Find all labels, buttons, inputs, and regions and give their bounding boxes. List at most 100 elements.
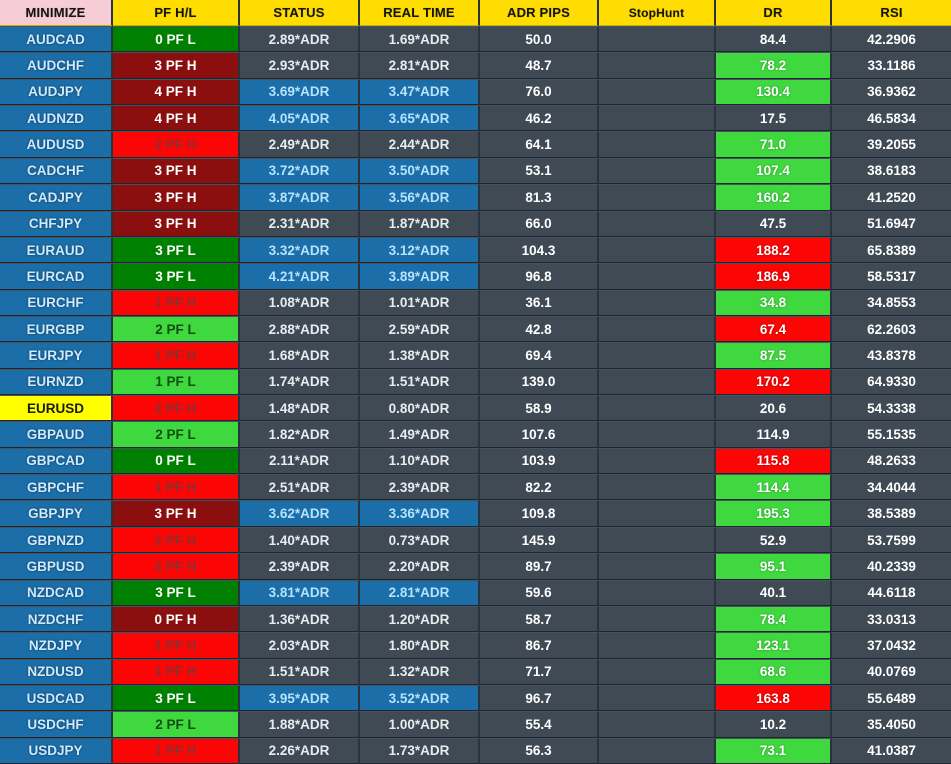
symbol-cell[interactable]: AUDCHF (0, 52, 113, 79)
adr-pips-cell: 107.6 (480, 421, 599, 448)
table-row[interactable]: AUDCAD 0 PF L 2.89*ADR 1.69*ADR 50.0 84.4 42.2… (0, 26, 951, 53)
symbol-cell[interactable]: USDJPY (0, 737, 113, 764)
pf-hl-cell[interactable]: 3 PF H (113, 52, 240, 79)
symbol-cell[interactable]: EURCAD (0, 263, 113, 290)
table-row[interactable]: GBPUSD 2 PF H 2.39*ADR 2.20*ADR 89.7 95.1 40.2… (0, 553, 951, 580)
table-row[interactable]: NZDCAD 3 PF L 3.81*ADR 2.81*ADR 59.6 40.1 44.6… (0, 579, 951, 606)
pf-hl-cell[interactable]: 1 PF H (113, 474, 240, 501)
pf-hl-cell[interactable]: 2 PF H (113, 131, 240, 158)
table-row[interactable]: AUDCHF 3 PF H 2.93*ADR 2.81*ADR 48.7 78.2 33.1… (0, 52, 951, 79)
pf-hl-cell[interactable]: 1 PF H (113, 632, 240, 659)
pf-hl-cell[interactable]: 1 PF H (113, 342, 240, 369)
column-header-dr[interactable]: DR (716, 0, 832, 26)
symbol-cell[interactable]: AUDNZD (0, 105, 113, 132)
pf-hl-cell[interactable]: 0 PF H (113, 605, 240, 633)
column-header-stophunt[interactable]: StopHunt (599, 0, 716, 26)
pf-hl-cell[interactable]: 0 PF L (113, 447, 240, 475)
status-cell: 2.93*ADR (240, 52, 360, 79)
pf-hl-cell[interactable]: 2 PF H (113, 553, 240, 580)
column-header-pf-hl[interactable]: PF H/L (113, 0, 240, 26)
table-row[interactable]: AUDUSD 2 PF H 2.49*ADR 2.44*ADR 64.1 71.0 39.2… (0, 131, 951, 158)
pf-hl-cell[interactable]: 4 PF H (113, 78, 240, 106)
table-row[interactable]: NZDCHF 0 PF H 1.36*ADR 1.20*ADR 58.7 78.4 33.0… (0, 605, 951, 633)
stophunt-cell (599, 184, 716, 211)
symbol-cell[interactable]: CHFJPY (0, 210, 113, 237)
pf-hl-cell[interactable]: 2 PF L (113, 315, 240, 343)
symbol-cell[interactable]: AUDCAD (0, 26, 113, 53)
table-row[interactable]: NZDUSD 1 PF H 1.51*ADR 1.32*ADR 71.7 68.6 40.0… (0, 658, 951, 685)
status-cell: 3.72*ADR (240, 157, 360, 185)
column-header-real-time[interactable]: REAL TIME (360, 0, 480, 26)
pf-hl-cell[interactable]: 4 PF H (113, 105, 240, 132)
table-row[interactable]: EURUSD 2 PF H 1.48*ADR 0.80*ADR 58.9 20.6 54.3… (0, 395, 951, 422)
symbol-cell[interactable]: EURNZD (0, 368, 113, 396)
table-row[interactable]: EURJPY 1 PF H 1.68*ADR 1.38*ADR 69.4 87.5 43.8… (0, 342, 951, 369)
symbol-cell[interactable]: GBPJPY (0, 500, 113, 527)
table-row[interactable]: USDCAD 3 PF L 3.95*ADR 3.52*ADR 96.7 163.8 55.… (0, 684, 951, 712)
status-cell: 1.82*ADR (240, 421, 360, 448)
column-header-adr-pips[interactable]: ADR PIPS (480, 0, 599, 26)
pf-hl-cell[interactable]: 3 PF H (113, 210, 240, 237)
symbol-cell[interactable]: EURJPY (0, 342, 113, 369)
pf-hl-cell[interactable]: 3 PF L (113, 236, 240, 264)
table-row[interactable]: GBPCAD 0 PF L 2.11*ADR 1.10*ADR 103.9 115.8 48… (0, 447, 951, 475)
pf-hl-cell[interactable]: 3 PF L (113, 684, 240, 712)
pf-hl-cell[interactable]: 1 PF H (113, 737, 240, 764)
symbol-cell[interactable]: CADJPY (0, 184, 113, 211)
pf-hl-cell[interactable]: 1 PF L (113, 368, 240, 396)
table-row[interactable]: AUDJPY 4 PF H 3.69*ADR 3.47*ADR 76.0 130.4 36.… (0, 78, 951, 106)
table-row[interactable]: GBPCHF 1 PF H 2.51*ADR 2.39*ADR 82.2 114.4 34.… (0, 474, 951, 501)
symbol-cell[interactable]: GBPAUD (0, 421, 113, 448)
table-row[interactable]: AUDNZD 4 PF H 4.05*ADR 3.65*ADR 46.2 17.5 46.5… (0, 105, 951, 132)
pf-hl-cell[interactable]: 2 PF H (113, 395, 240, 422)
symbol-cell[interactable]: NZDJPY (0, 632, 113, 659)
table-row[interactable]: EURNZD 1 PF L 1.74*ADR 1.51*ADR 139.0 170.2 64… (0, 368, 951, 396)
table-row[interactable]: GBPNZD 2 PF H 1.40*ADR 0.73*ADR 145.9 52.9 53.… (0, 526, 951, 554)
symbol-cell[interactable]: EURAUD (0, 236, 113, 264)
table-row[interactable]: CADCHF 3 PF H 3.72*ADR 3.50*ADR 53.1 107.4 38.… (0, 157, 951, 185)
symbol-cell[interactable]: AUDUSD (0, 131, 113, 158)
pf-hl-cell[interactable]: 2 PF L (113, 711, 240, 738)
pf-hl-cell[interactable]: 3 PF H (113, 157, 240, 185)
pf-hl-cell[interactable]: 1 PF H (113, 289, 240, 316)
symbol-cell[interactable]: GBPNZD (0, 526, 113, 554)
table-row[interactable]: EURCHF 1 PF H 1.08*ADR 1.01*ADR 36.1 34.8 34.8… (0, 289, 951, 316)
symbol-cell[interactable]: USDCHF (0, 711, 113, 738)
table-row[interactable]: CADJPY 3 PF H 3.87*ADR 3.56*ADR 81.3 160.2 41.… (0, 184, 951, 211)
pf-hl-cell[interactable]: 2 PF L (113, 421, 240, 448)
table-row[interactable]: GBPAUD 2 PF L 1.82*ADR 1.49*ADR 107.6 114.9 55… (0, 421, 951, 448)
dr-cell: 170.2 (716, 368, 832, 396)
rsi-cell: 55.6489 (832, 684, 951, 712)
symbol-cell[interactable]: EURUSD (0, 395, 113, 422)
table-row[interactable]: GBPJPY 3 PF H 3.62*ADR 3.36*ADR 109.8 195.3 38… (0, 500, 951, 527)
pf-hl-cell[interactable]: 0 PF L (113, 26, 240, 53)
symbol-cell[interactable]: EURGBP (0, 315, 113, 343)
table-row[interactable]: USDCHF 2 PF L 1.88*ADR 1.00*ADR 55.4 10.2 35.4… (0, 711, 951, 738)
symbol-cell[interactable]: AUDJPY (0, 78, 113, 106)
symbol-cell[interactable]: CADCHF (0, 157, 113, 185)
pf-hl-cell[interactable]: 3 PF H (113, 184, 240, 211)
column-header-status[interactable]: STATUS (240, 0, 360, 26)
pf-hl-cell[interactable]: 3 PF L (113, 263, 240, 290)
table-row[interactable]: EURAUD 3 PF L 3.32*ADR 3.12*ADR 104.3 188.2 65… (0, 236, 951, 264)
pf-hl-cell[interactable]: 2 PF H (113, 526, 240, 554)
symbol-cell[interactable]: GBPCAD (0, 447, 113, 475)
symbol-cell[interactable]: NZDCAD (0, 579, 113, 606)
table-row[interactable]: NZDJPY 1 PF H 2.03*ADR 1.80*ADR 86.7 123.1 37.… (0, 632, 951, 659)
symbol-cell[interactable]: EURCHF (0, 289, 113, 316)
symbol-cell[interactable]: NZDUSD (0, 658, 113, 685)
pf-hl-cell[interactable]: 3 PF L (113, 579, 240, 606)
table-row[interactable]: USDJPY 1 PF H 2.26*ADR 1.73*ADR 56.3 73.1 41.0… (0, 737, 951, 764)
symbol-cell[interactable]: USDCAD (0, 684, 113, 712)
symbol-cell[interactable]: GBPCHF (0, 474, 113, 501)
pf-hl-cell[interactable]: 3 PF H (113, 500, 240, 527)
dr-cell: 17.5 (716, 105, 832, 132)
symbol-cell[interactable]: GBPUSD (0, 553, 113, 580)
pf-hl-cell[interactable]: 1 PF H (113, 658, 240, 685)
table-row[interactable]: EURGBP 2 PF L 2.88*ADR 2.59*ADR 42.8 67.4 62.2… (0, 315, 951, 343)
column-header-rsi[interactable]: RSI (832, 0, 951, 26)
column-header-minimize[interactable]: MINIMIZE (0, 0, 113, 26)
table-row[interactable]: EURCAD 3 PF L 4.21*ADR 3.89*ADR 96.8 186.9 58.… (0, 263, 951, 290)
table-row[interactable]: CHFJPY 3 PF H 2.31*ADR 1.87*ADR 66.0 47.5 51.6… (0, 210, 951, 237)
symbol-cell[interactable]: NZDCHF (0, 605, 113, 633)
